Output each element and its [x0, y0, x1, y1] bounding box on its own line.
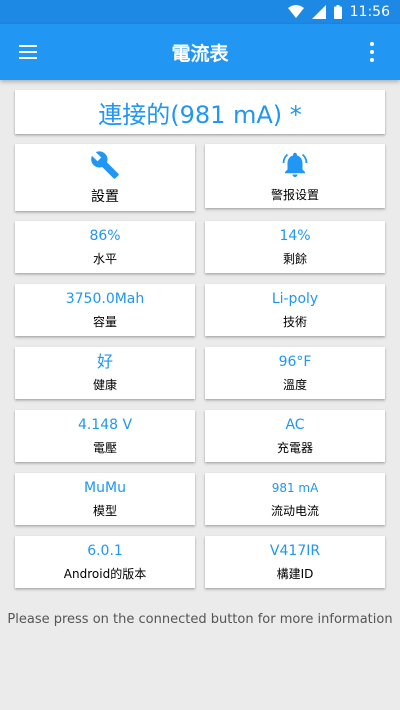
health-value: 好: [96, 352, 113, 371]
android-version-value: 6.0.1: [87, 543, 123, 559]
health-tile[interactable]: 好 健康: [15, 347, 195, 399]
signal-icon: [311, 5, 326, 19]
remaining-label: 剩餘: [282, 252, 307, 266]
level-label: 水平: [92, 252, 117, 266]
level-tile[interactable]: 86% 水平: [15, 221, 195, 273]
android-version-tile[interactable]: 6.0.1 Android的版本: [15, 536, 195, 588]
status-time: 11:56: [349, 4, 390, 20]
build-id-label: 構建ID: [276, 567, 314, 581]
charger-label: 充電器: [276, 441, 313, 455]
model-tile[interactable]: MuMu 模型: [15, 473, 195, 525]
alarm-settings-button[interactable]: 警报设置: [205, 144, 385, 208]
alarm-settings-label: 警报设置: [270, 187, 319, 202]
temperature-label: 溫度: [282, 378, 307, 392]
wrench-icon: [90, 150, 120, 180]
technology-value: Li-poly: [271, 291, 319, 307]
wifi-icon: [287, 5, 304, 19]
charger-value: AC: [285, 417, 305, 433]
temperature-value: 96°F: [278, 354, 312, 370]
settings-button[interactable]: 設置: [15, 144, 195, 211]
app-title: 電流表: [171, 42, 229, 65]
capacity-tile[interactable]: 3750.0Mah 容量: [15, 284, 195, 336]
capacity-label: 容量: [92, 315, 117, 329]
current-flow-label: 流动电流: [270, 504, 319, 518]
model-label: 模型: [92, 504, 117, 518]
settings-label: 設置: [91, 188, 119, 205]
build-id-tile[interactable]: V417IR 構建ID: [205, 536, 385, 588]
temperature-tile[interactable]: 96°F 溫度: [205, 347, 385, 399]
level-value: 86%: [89, 228, 121, 244]
overflow-menu-button[interactable]: [360, 40, 384, 64]
bell-ringing-icon: [280, 150, 310, 180]
model-value: MuMu: [84, 480, 126, 496]
voltage-tile[interactable]: 4.148 V 電壓: [15, 410, 195, 462]
remaining-value: 14%: [279, 228, 311, 244]
menu-button[interactable]: [16, 40, 40, 64]
connection-status-text: 連接的(981 mA) *: [98, 100, 302, 129]
main-content: 連接的(981 mA) * 設置 警报设置 86% 水平 14% 剩餘 3750…: [0, 80, 400, 710]
more-vert-icon: [369, 40, 374, 64]
charger-tile[interactable]: AC 充電器: [205, 410, 385, 462]
technology-label: 技術: [282, 315, 307, 329]
android-version-label: Android的版本: [63, 567, 147, 581]
footer-hint: Please press on the connected button for…: [7, 612, 393, 627]
technology-tile[interactable]: Li-poly 技術: [205, 284, 385, 336]
build-id-value: V417IR: [269, 543, 321, 559]
current-flow-value: 981 mA: [271, 481, 319, 495]
hamburger-icon: [19, 45, 37, 59]
app-bar: 電流表: [0, 24, 400, 80]
connection-status-button[interactable]: 連接的(981 mA) *: [15, 90, 385, 134]
voltage-label: 電壓: [92, 441, 117, 455]
voltage-value: 4.148 V: [77, 417, 133, 433]
capacity-value: 3750.0Mah: [65, 291, 145, 307]
health-label: 健康: [92, 378, 117, 392]
status-bar: 11:56: [0, 0, 400, 24]
remaining-tile[interactable]: 14% 剩餘: [205, 221, 385, 273]
battery-icon: [333, 5, 342, 19]
current-flow-tile[interactable]: 981 mA 流动电流: [205, 473, 385, 525]
